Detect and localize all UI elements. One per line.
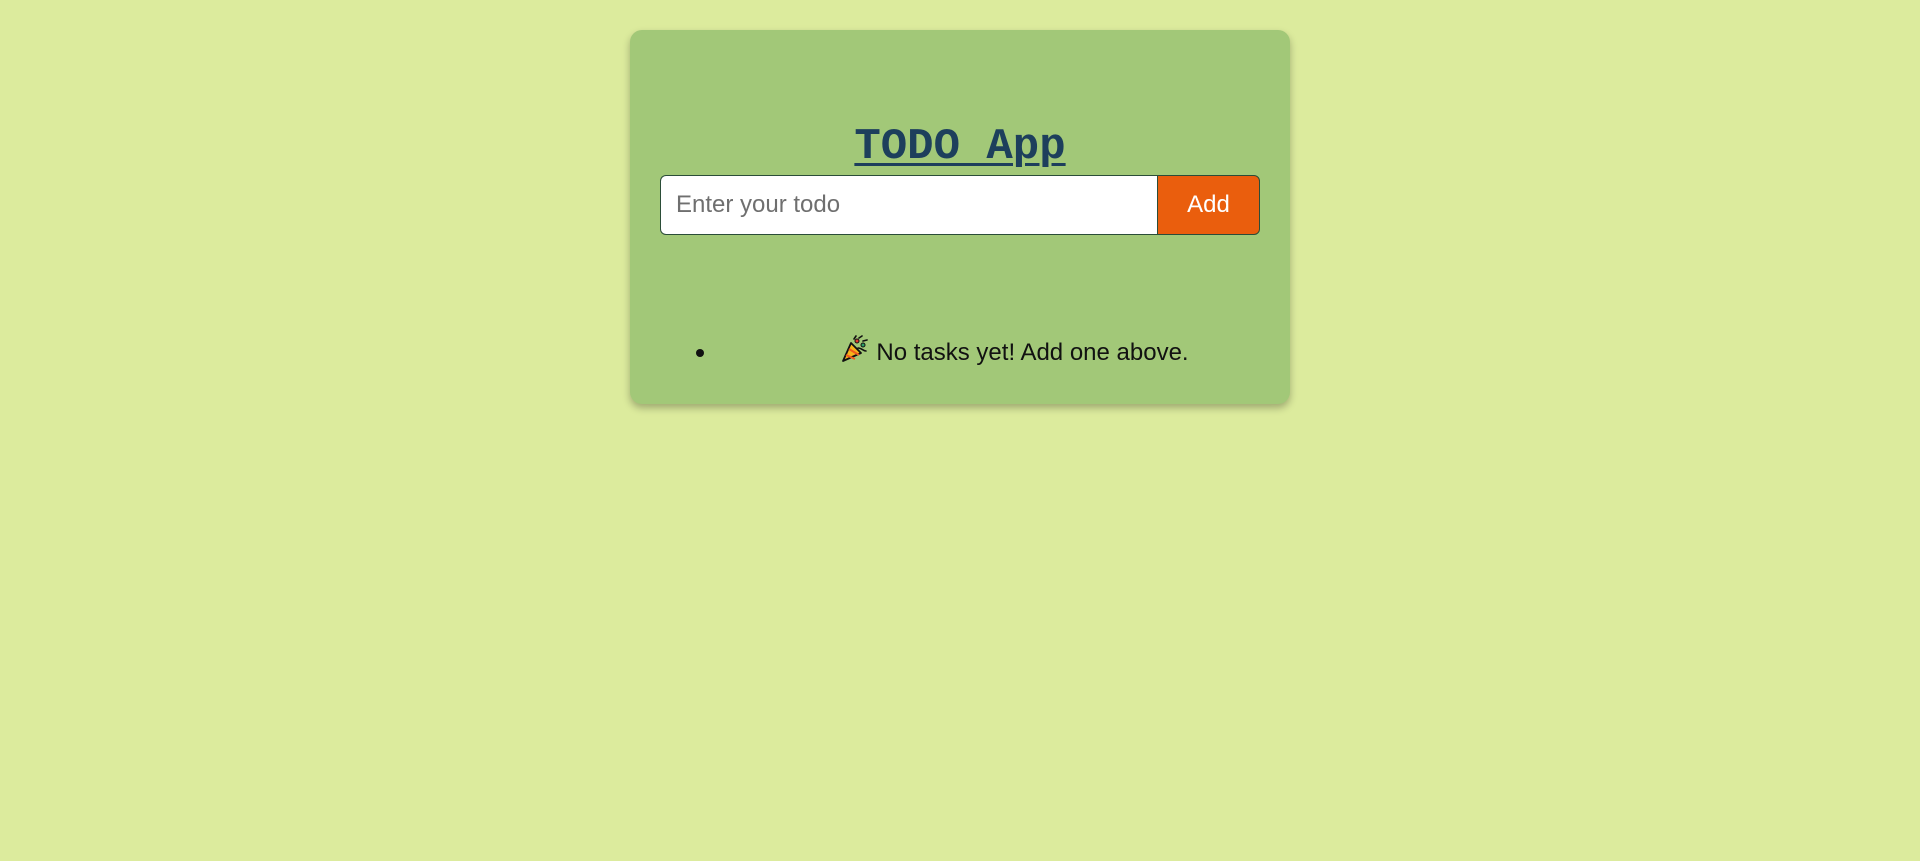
todo-list: No tasks yet! Add one above.: [696, 335, 1256, 369]
todo-input[interactable]: [660, 175, 1157, 235]
party-popper-icon: [839, 335, 869, 365]
page-title: TODO App: [854, 122, 1066, 172]
todo-card: TODO App Add No tasks yet! Add: [630, 30, 1290, 404]
add-button[interactable]: Add: [1157, 175, 1260, 235]
empty-state-text: No tasks yet! Add one above.: [876, 339, 1189, 366]
todo-form: Add: [660, 175, 1260, 235]
empty-state-content: No tasks yet! Add one above.: [696, 335, 1256, 370]
empty-state: No tasks yet! Add one above.: [696, 335, 1256, 369]
